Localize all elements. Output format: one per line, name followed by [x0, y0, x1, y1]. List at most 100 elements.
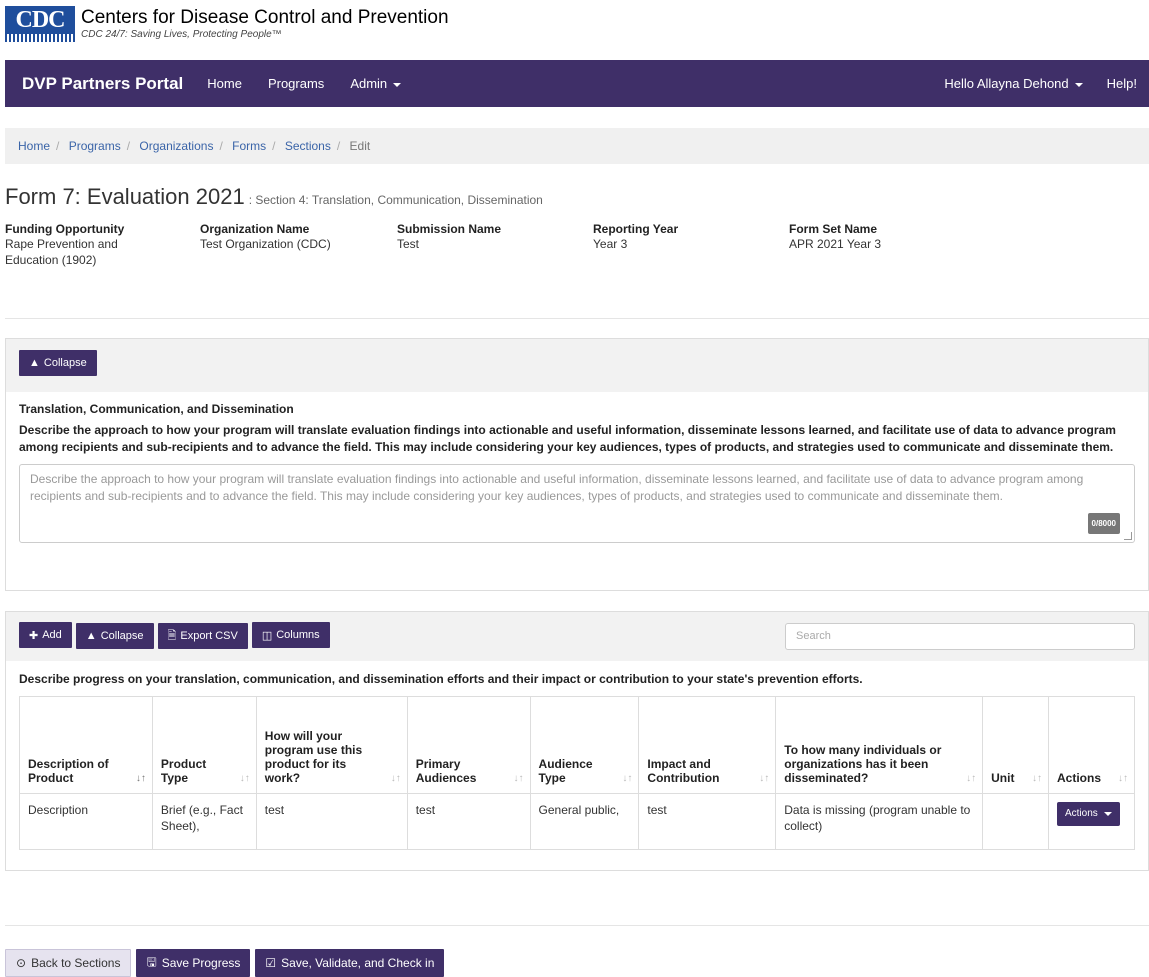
chevron-down-icon [1103, 812, 1112, 816]
sort-asc-icon: ↓↑ [135, 773, 146, 784]
meta-value: Rape Prevention and Education (1902) [5, 237, 118, 267]
nav-home[interactable]: Home [207, 76, 242, 91]
save-icon: 🖫 [146, 954, 157, 969]
meta-submission: Submission Name Test [397, 222, 593, 268]
meta-label: Reporting Year [593, 222, 679, 236]
plus-icon: ✚ [29, 629, 39, 642]
columns-label: Columns [276, 629, 320, 641]
breadcrumb-edit: Edit [349, 139, 371, 153]
collapse-label: Collapse [43, 357, 87, 369]
cdc-logo-text: CDC [5, 6, 75, 34]
row-actions-dropdown[interactable]: Actions [1056, 802, 1120, 826]
narrative-panel: ▲ Collapse Translation, Communication, an… [5, 338, 1149, 591]
breadcrumb-home[interactable]: Home [18, 139, 50, 153]
cdc-logo[interactable]: CDC [5, 6, 75, 42]
sort-icon: ↓↑ [390, 773, 401, 784]
cdc-header: CDC Centers for Disease Control and Prev… [5, 6, 449, 42]
chevron-up-icon: ▲ [29, 357, 40, 369]
divider [5, 318, 1149, 319]
collapse-label: Collapse [100, 629, 144, 642]
narrative-textarea[interactable]: Describe the approach to how your progra… [19, 464, 1135, 543]
progress-table: Description of Product ↓↑ Product Type ↓↑ … [19, 696, 1136, 850]
breadcrumb: Home / Programs / Organizations / Forms / Se… [5, 128, 1149, 164]
textarea-placeholder: Describe the approach to how your progra… [30, 472, 1084, 503]
col-actions[interactable]: Actions ↓↑ [1047, 696, 1136, 794]
nav-programs[interactable]: Programs [268, 76, 324, 91]
actions-label: Actions [1064, 808, 1098, 819]
save-progress-button[interactable]: 🖫 Save Progress [136, 949, 251, 977]
breadcrumb-forms[interactable]: Forms [232, 139, 266, 153]
collapse-button[interactable]: ▲ Collapse [19, 350, 97, 376]
help-link[interactable]: Help! [1107, 76, 1137, 91]
export-csv-button[interactable]: 🗎 Export CSV [157, 623, 248, 649]
back-to-sections-button[interactable]: ⊙ Back to Sections [5, 949, 132, 977]
col-impact[interactable]: Impact and Contribution ↓↑ [638, 696, 777, 794]
breadcrumb-sections[interactable]: Sections [285, 139, 331, 153]
search-input[interactable]: Search [785, 623, 1135, 650]
meta-label: Organization Name [200, 222, 310, 236]
sort-icon: ↓↑ [239, 773, 250, 784]
sort-icon: ↓↑ [513, 773, 524, 784]
col-primary-audiences[interactable]: Primary Audiences ↓↑ [406, 696, 531, 794]
cell-actions: Actions [1047, 793, 1136, 850]
meta-organization: Organization Name Test Organization (CDC… [200, 222, 397, 268]
page-title: Form 7: Evaluation 2021: Section 4: Tran… [5, 184, 543, 210]
meta-funding: Funding Opportunity Rape Prevention and … [5, 222, 200, 268]
col-audience-type[interactable]: Audience Type ↓↑ [529, 696, 640, 794]
chevron-down-icon [1074, 82, 1083, 87]
table-description: Describe progress on your translation, c… [19, 672, 863, 686]
breadcrumb-programs[interactable]: Programs [69, 139, 121, 153]
back-label: Back to Sections [31, 956, 121, 970]
col-label: Audience Type [538, 757, 593, 785]
chevron-up-icon: ▲ [85, 629, 97, 642]
col-disseminated[interactable]: To how many individuals or organizations… [775, 696, 984, 794]
sort-icon: ↓↑ [1031, 773, 1042, 784]
top-navbar: DVP Partners Portal Home Programs Admin … [5, 60, 1149, 107]
section-subtitle: : Section 4: Translation, Communication,… [248, 193, 543, 207]
table-row: Description Brief (e.g., Fact Sheet), te… [19, 793, 1136, 850]
char-counter: 0/8000 [1087, 513, 1120, 534]
add-button[interactable]: ✚ Add [19, 622, 72, 648]
validate-label: Save, Validate, and Check in [281, 956, 435, 970]
col-label: Primary Audiences [415, 757, 477, 785]
col-unit[interactable]: Unit ↓↑ [982, 696, 1049, 794]
sort-icon: ↓↑ [759, 773, 770, 784]
nav-admin-dropdown[interactable]: Admin [350, 76, 402, 91]
cell-product-type: Brief (e.g., Fact Sheet), [151, 793, 257, 850]
add-label: Add [42, 629, 62, 641]
form-title: Form 7: Evaluation 2021 [5, 184, 245, 209]
form-actions: ⊙ Back to Sections 🖫 Save Progress ☑ Save, … [5, 949, 449, 977]
col-label: How will your program use this product f… [264, 729, 363, 785]
cell-use: test [255, 793, 408, 850]
meta-reporting-year: Reporting Year Year 3 [593, 222, 789, 268]
cell-description: Description [19, 793, 153, 850]
user-greeting: Hello Allayna Dehond [944, 76, 1069, 91]
meta-label: Submission Name [397, 222, 502, 236]
resize-handle[interactable] [1124, 532, 1132, 540]
meta-form-set: Form Set Name APR 2021 Year 3 [789, 222, 989, 268]
meta-label: Form Set Name [789, 222, 878, 236]
col-label: To how many individuals or organizations… [784, 743, 942, 785]
col-label: Impact and Contribution [647, 757, 720, 785]
col-description[interactable]: Description of Product ↓↑ [19, 696, 153, 794]
save-validate-checkin-button[interactable]: ☑ Save, Validate, and Check in [255, 949, 445, 977]
cell-impact: test [638, 793, 777, 850]
col-product-type[interactable]: Product Type ↓↑ [151, 696, 257, 794]
brand-link[interactable]: DVP Partners Portal [22, 74, 183, 94]
meta-value: Year 3 [593, 237, 628, 251]
section-description: Describe the approach to how your progra… [19, 423, 1116, 454]
cell-audience-type: General public, [529, 793, 640, 850]
user-menu-dropdown[interactable]: Hello Allayna Dehond [944, 76, 1083, 91]
table-header-row: Description of Product ↓↑ Product Type ↓↑ … [19, 696, 1136, 794]
cdc-logo-stripes [5, 34, 75, 42]
nav-admin-label: Admin [350, 76, 388, 91]
columns-button[interactable]: ◫ Columns [251, 622, 330, 648]
file-export-icon: 🗎 [167, 629, 177, 642]
check-square-icon: ☑ [265, 956, 277, 970]
meta-value: APR 2021 Year 3 [789, 237, 882, 251]
save-label: Save Progress [161, 956, 241, 970]
collapse-table-button[interactable]: ▲ Collapse [75, 622, 154, 649]
col-use[interactable]: How will your program use this product f… [255, 696, 408, 794]
breadcrumb-organizations[interactable]: Organizations [139, 139, 213, 153]
form-meta: Funding Opportunity Rape Prevention and … [5, 222, 989, 268]
